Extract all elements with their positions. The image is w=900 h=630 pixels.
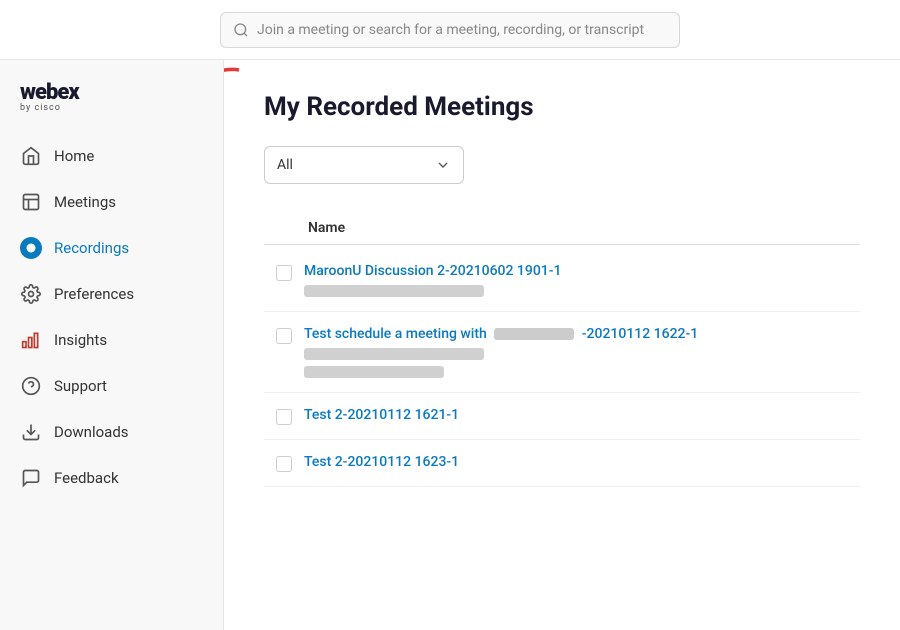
sidebar-item-support[interactable]: Support bbox=[0, 363, 223, 409]
page-title: My Recorded Meetings bbox=[264, 92, 860, 122]
recording-name[interactable]: Test schedule a meeting with -20210112 1… bbox=[304, 326, 698, 342]
table-row: Test 2-20210112 1621-1 bbox=[264, 393, 860, 440]
main-content: My Recorded Meetings All Name MaroonU Di… bbox=[224, 60, 900, 630]
table-row: Test schedule a meeting with -20210112 1… bbox=[264, 312, 860, 393]
meetings-icon bbox=[20, 191, 42, 213]
sidebar-item-downloads[interactable]: Downloads bbox=[0, 409, 223, 455]
filter-dropdown[interactable]: All bbox=[264, 146, 464, 184]
table-header: Name bbox=[264, 212, 860, 245]
sidebar-label-feedback: Feedback bbox=[54, 469, 119, 487]
search-bar[interactable]: Join a meeting or search for a meeting, … bbox=[220, 12, 680, 48]
sidebar-label-support: Support bbox=[54, 377, 107, 395]
logo-sub: by cisco bbox=[20, 103, 203, 113]
sidebar-label-preferences: Preferences bbox=[54, 285, 134, 303]
table-row: Test 2-20210112 1623-1 bbox=[264, 440, 860, 487]
sidebar-label-downloads: Downloads bbox=[54, 423, 129, 441]
row-checkbox[interactable] bbox=[276, 409, 292, 425]
search-icon bbox=[233, 22, 249, 38]
sidebar-item-feedback[interactable]: Feedback bbox=[0, 455, 223, 501]
row-checkbox[interactable] bbox=[276, 328, 292, 344]
chevron-down-icon bbox=[435, 157, 451, 173]
recording-name[interactable]: Test 2-20210112 1621-1 bbox=[304, 407, 459, 423]
sidebar-label-insights: Insights bbox=[54, 331, 107, 349]
recording-sub-blur bbox=[304, 348, 484, 360]
home-icon bbox=[20, 145, 42, 167]
sidebar-item-meetings[interactable]: Meetings bbox=[0, 179, 223, 225]
row-checkbox[interactable] bbox=[276, 265, 292, 281]
recording-sub2-blur bbox=[304, 366, 444, 378]
sidebar-label-meetings: Meetings bbox=[54, 193, 116, 211]
recordings-icon bbox=[20, 237, 42, 259]
sidebar-label-recordings: Recordings bbox=[54, 239, 129, 257]
recording-name[interactable]: Test 2-20210112 1623-1 bbox=[304, 454, 459, 470]
search-placeholder: Join a meeting or search for a meeting, … bbox=[257, 22, 644, 38]
arrow-annotation bbox=[224, 60, 244, 144]
row-checkbox[interactable] bbox=[276, 456, 292, 472]
downloads-icon bbox=[20, 421, 42, 443]
filter-selected: All bbox=[277, 157, 293, 173]
sidebar-label-home: Home bbox=[54, 147, 94, 165]
sidebar-item-insights[interactable]: Insights bbox=[0, 317, 223, 363]
recording-info: Test 2-20210112 1621-1 bbox=[304, 407, 459, 423]
sidebar-item-recordings[interactable]: Recordings bbox=[0, 225, 223, 271]
sidebar-item-preferences[interactable]: Preferences bbox=[0, 271, 223, 317]
support-icon bbox=[20, 375, 42, 397]
feedback-icon bbox=[20, 467, 42, 489]
table-row: MaroonU Discussion 2-20210602 1901-1 bbox=[264, 249, 860, 312]
top-bar: Join a meeting or search for a meeting, … bbox=[0, 0, 900, 60]
main-layout: webex by cisco Home Meetings bbox=[0, 60, 900, 630]
sidebar: webex by cisco Home Meetings bbox=[0, 60, 224, 630]
recording-info: Test schedule a meeting with -20210112 1… bbox=[304, 326, 698, 378]
preferences-icon bbox=[20, 283, 42, 305]
logo-name: webex bbox=[20, 80, 203, 105]
column-name-label: Name bbox=[308, 220, 345, 236]
insights-icon bbox=[20, 329, 42, 351]
recording-name[interactable]: MaroonU Discussion 2-20210602 1901-1 bbox=[304, 263, 561, 279]
recording-sub-blur bbox=[304, 285, 484, 297]
logo-area: webex by cisco bbox=[0, 76, 223, 133]
recording-info: Test 2-20210112 1623-1 bbox=[304, 454, 459, 470]
sidebar-item-home[interactable]: Home bbox=[0, 133, 223, 179]
recording-info: MaroonU Discussion 2-20210602 1901-1 bbox=[304, 263, 561, 297]
